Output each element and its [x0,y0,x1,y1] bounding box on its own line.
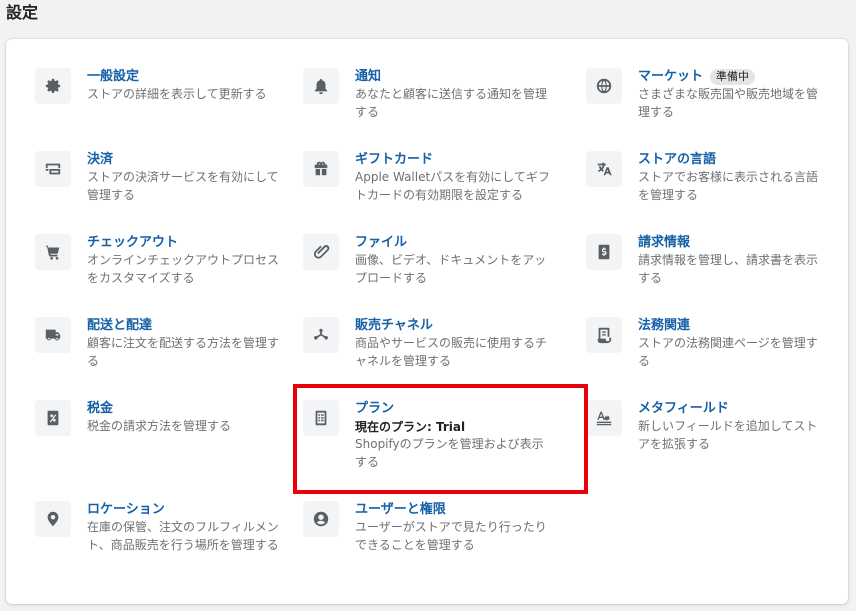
settings-item-label: メタフィールド [638,401,729,416]
settings-item-label: 税金 [87,401,114,416]
settings-item-notifications[interactable]: 通知 あなたと顧客に送信する通知を管理する [303,68,551,121]
settings-item-description: Apple Walletパスを有効にしてギフトカードの有効期限を設定する [355,170,550,202]
settings-item-label: ストアの言語 [638,152,717,167]
dollar-document-icon [586,234,622,270]
settings-item-description: 商品やサービスの販売に使用するチャネルを管理する [355,336,548,368]
translate-icon [586,151,622,187]
plan-icon [303,400,339,436]
bell-icon [303,68,339,104]
settings-item-label: マーケット [638,69,704,84]
settings-item-description: ストアの決済サービスを有効にして管理する [87,170,279,202]
user-icon [303,501,339,537]
settings-item-label: ロケーション [87,502,165,517]
settings-item-label: 販売チャネル [355,318,433,333]
settings-item-description: 請求情報を管理し、請求書を表示する [638,253,819,285]
settings-item-label: 法務関連 [638,318,691,333]
settings-item-taxes[interactable]: 税金 税金の請求方法を管理する [35,400,283,436]
settings-item-metafields[interactable]: メタフィールド 新しいフィールドを追加してストアを拡張する [586,400,824,453]
settings-item-description: さまざまな販売国や販売地域を管理する [638,87,819,119]
settings-item-shipping[interactable]: 配送と配達 顧客に注文を配送する方法を管理する [35,317,283,370]
page-title: 設定 [6,3,39,22]
settings-item-description: 新しいフィールドを追加してストアを拡張する [638,419,818,451]
settings-item-description: あなたと顧客に送信する通知を管理する [355,87,548,119]
settings-item-label: 決済 [87,152,114,167]
settings-item-general[interactable]: 一般設定 ストアの詳細を表示して更新する [35,68,283,104]
legal-document-icon [586,317,622,353]
settings-item-description: 画像、ビデオ、ドキュメントをアップロードする [355,253,547,285]
settings-item-description: 顧客に注文を配送する方法を管理する [87,336,280,368]
settings-item-locations[interactable]: ロケーション 在庫の保管、注文のフルフィルメント、商品販売を行う場所を管理する [35,501,283,554]
location-pin-icon [35,501,71,537]
settings-item-label: 請求情報 [638,235,691,250]
gift-icon [303,151,339,187]
truck-icon [35,317,71,353]
paperclip-icon [303,234,339,270]
settings-card: 一般設定 ストアの詳細を表示して更新する 通知 あなたと顧客に送信する通知を管理… [6,39,848,604]
settings-item-description: 在庫の保管、注文のフルフィルメント、商品販売を行う場所を管理する [87,520,279,552]
channels-icon [303,317,339,353]
settings-item-billing[interactable]: 請求情報 請求情報を管理し、請求書を表示する [586,234,824,287]
settings-item-label: 通知 [355,69,382,84]
settings-item-label: 配送と配達 [87,318,153,333]
settings-item-description: ユーザーがストアで見たり行ったりできることを管理する [355,520,547,552]
payment-icon [35,151,71,187]
settings-item-description: 税金の請求方法を管理する [87,419,232,433]
settings-item-legal[interactable]: 法務関連 ストアの法務関連ページを管理する [586,317,824,370]
settings-item-plan[interactable]: プラン 現在のプラン: Trial Shopifyのプランを管理および表示する [303,400,555,471]
settings-item-description: ストアでお客様に表示される言語を管理する [638,170,819,202]
settings-item-label: ファイル [355,235,408,250]
settings-item-label: ギフトカード [355,152,434,167]
settings-item-users[interactable]: ユーザーと権限 ユーザーがストアで見たり行ったりできることを管理する [303,501,551,554]
settings-item-gift-cards[interactable]: ギフトカード Apple Walletパスを有効にしてギフトカードの有効期限を設… [303,151,551,204]
settings-item-label: ユーザーと権限 [355,502,446,517]
settings-item-description: ストアの詳細を表示して更新する [87,87,267,101]
cart-icon [35,234,71,270]
settings-item-description: オンラインチェックアウトプロセスをカスタマイズする [87,253,280,285]
settings-item-files[interactable]: ファイル 画像、ビデオ、ドキュメントをアップロードする [303,234,551,287]
percent-icon [35,400,71,436]
settings-item-description: ストアの法務関連ページを管理する [638,336,818,368]
status-badge: 準備中 [710,69,756,85]
settings-item-checkout[interactable]: チェックアウト オンラインチェックアウトプロセスをカスタマイズする [35,234,283,287]
settings-item-label: 一般設定 [87,69,140,84]
settings-item-payments[interactable]: 決済 ストアの決済サービスを有効にして管理する [35,151,283,204]
settings-item-label: チェックアウト [87,235,179,250]
settings-item-store-languages[interactable]: ストアの言語 ストアでお客様に表示される言語を管理する [586,151,824,204]
globe-icon [586,68,622,104]
settings-item-label: プラン [355,401,395,416]
settings-item-sales-channels[interactable]: 販売チャネル 商品やサービスの販売に使用するチャネルを管理する [303,317,551,370]
current-plan-text: 現在のプラン: Trial [355,420,466,434]
gear-icon [35,68,71,104]
settings-item-markets[interactable]: マーケット 準備中 さまざまな販売国や販売地域を管理する [586,68,824,121]
metafields-icon [586,400,622,436]
settings-item-description: Shopifyのプランを管理および表示する [355,437,544,469]
